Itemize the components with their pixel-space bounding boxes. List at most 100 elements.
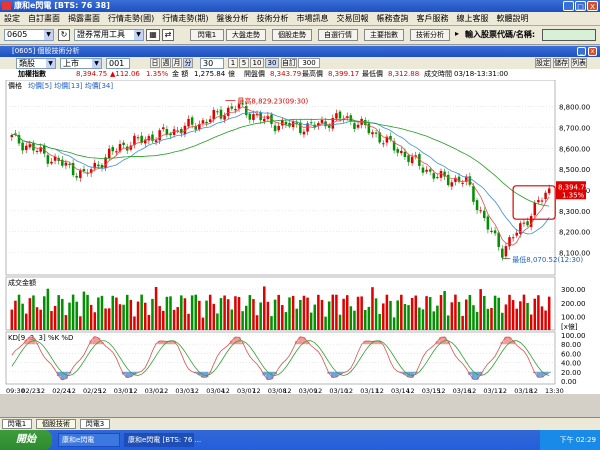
menu-help[interactable]: 軟體說明 <box>493 12 533 25</box>
market-select[interactable]: 上市 ▼ <box>60 58 102 69</box>
volume-bar <box>288 297 291 330</box>
interval-select[interactable]: 30 <box>200 58 224 69</box>
period-week-button[interactable]: 週 <box>161 58 171 68</box>
kd-tick-label: 100.00 <box>561 332 586 340</box>
volume-bar <box>302 295 306 330</box>
volume-bar <box>468 294 472 330</box>
chevron-down-icon[interactable]: ▼ <box>92 59 101 68</box>
chart-panel-frame <box>5 80 556 276</box>
custom-value-input[interactable]: 300 <box>298 58 320 68</box>
volume-bar <box>363 310 367 330</box>
volume-bar <box>522 294 526 330</box>
interval-1-button[interactable]: 1 <box>228 58 238 68</box>
candlestick <box>284 121 288 125</box>
custom-label[interactable]: 自訂 <box>281 58 297 68</box>
x-axis-label: 12 <box>406 387 414 394</box>
menu-custom-screen[interactable]: 自訂畫面 <box>24 12 64 25</box>
technical-analysis-button[interactable]: 技術分析 <box>410 29 450 41</box>
volume-bar <box>537 295 540 330</box>
candlestick <box>223 115 226 120</box>
volume-bar <box>93 312 97 330</box>
stock-code-select[interactable]: 0605 ▼ <box>4 29 54 41</box>
kd-oversold-fill <box>204 371 209 378</box>
period-minute-button[interactable]: 分 <box>183 58 193 68</box>
market-trend-button[interactable]: 大盤走勢 <box>226 29 266 41</box>
chevron-down-icon[interactable]: ▼ <box>134 30 143 40</box>
volume-bar <box>461 315 464 330</box>
list-button[interactable]: 列表 <box>571 58 587 68</box>
calculator-icon[interactable]: ▦ <box>146 29 160 41</box>
period-month-button[interactable]: 月 <box>172 58 182 68</box>
minimize-button[interactable]: _ <box>563 1 574 11</box>
technical-chart[interactable]: 8,800.008,700.008,600.008,500.008,400.00… <box>0 80 600 394</box>
volume-bar <box>111 295 115 330</box>
menu-account-query[interactable]: 帳務查詢 <box>373 12 413 25</box>
menu-customer-service[interactable]: 客戶服務 <box>413 12 453 25</box>
volume-bar <box>367 306 371 330</box>
swap-icon[interactable]: ⇄ <box>162 29 174 41</box>
tab-flash3[interactable]: 閃電3 <box>80 419 110 429</box>
interval-5-button[interactable]: 5 <box>239 58 249 68</box>
volume-bar <box>154 286 158 330</box>
quote-time-label: 成交時間 <box>424 70 452 78</box>
watchlist-button[interactable]: 自選行情 <box>318 29 358 41</box>
subwindow-minimize-button[interactable]: _ <box>577 47 586 56</box>
candlestick <box>309 122 313 124</box>
volume-bar <box>205 300 208 330</box>
menu-online-support[interactable]: 線上客服 <box>453 12 493 25</box>
candlestick <box>508 237 511 247</box>
candlestick <box>299 122 302 134</box>
volume-bar <box>425 296 428 330</box>
stock-code-input[interactable] <box>542 29 596 41</box>
x-axis-label: 12 <box>499 387 507 394</box>
candlestick <box>190 117 194 125</box>
index-code-select[interactable]: 001 <box>106 58 130 69</box>
subwindow-close-button[interactable]: x <box>588 47 597 56</box>
menu-quotes-futures[interactable]: 行情走勢(期) <box>158 12 212 25</box>
settings-button[interactable]: 設定 <box>535 58 551 68</box>
menu-quotes-domestic[interactable]: 行情走勢(國) <box>104 12 158 25</box>
category-select[interactable]: 類股 ▼ <box>16 58 56 69</box>
taskbar-item-window[interactable]: 康和e閃電 [BTS: 76 ... <box>124 433 201 447</box>
menu-settings[interactable]: 設定 <box>0 12 24 25</box>
maximize-button[interactable]: □ <box>575 1 586 11</box>
candlestick <box>154 140 158 143</box>
refresh-icon[interactable]: ↻ <box>58 29 70 41</box>
tab-flash1[interactable]: 閃電1 <box>2 419 32 429</box>
candlestick <box>320 119 324 123</box>
menu-trade-report[interactable]: 交易回報 <box>333 12 373 25</box>
chevron-down-icon[interactable]: ▼ <box>46 59 55 68</box>
candlestick <box>244 105 248 116</box>
candlestick <box>201 120 205 124</box>
start-button[interactable]: 開始 <box>0 430 52 450</box>
volume-bar <box>255 315 259 330</box>
tool-select[interactable]: 證券常用工具 ▼ <box>74 29 144 41</box>
price-legend: 價格 <box>8 81 22 90</box>
interval-30-button[interactable]: 30 <box>265 58 279 68</box>
flash1-button[interactable]: 閃電1 <box>190 29 224 41</box>
candlestick <box>475 200 479 211</box>
menu-after-hours[interactable]: 盤後分析 <box>213 12 253 25</box>
candlestick <box>446 174 450 186</box>
chart-canvas[interactable]: 8,800.008,700.008,600.008,500.008,400.00… <box>0 80 600 394</box>
chevron-down-icon[interactable]: ▼ <box>44 30 53 40</box>
arrow-right-icon[interactable]: ▸ <box>452 29 462 41</box>
menu-disclosure-screen[interactable]: 揭露畫面 <box>64 12 104 25</box>
volume-bar <box>57 295 60 330</box>
menu-technical-analysis[interactable]: 技術分析 <box>253 12 293 25</box>
menu-market-info[interactable]: 市場訊息 <box>293 12 333 25</box>
period-day-button[interactable]: 日 <box>150 58 160 68</box>
close-button[interactable]: X <box>587 1 598 11</box>
taskbar-item-app[interactable]: 康和e閃電 <box>58 433 120 447</box>
interval-10-button[interactable]: 10 <box>250 58 264 68</box>
ma-legend: 均價[5] 均價[13] 均價[34] <box>28 81 113 90</box>
major-index-button[interactable]: 主要指數 <box>364 29 404 41</box>
tab-stock-technical[interactable]: 個股技術 <box>36 419 76 429</box>
candlestick <box>212 110 216 120</box>
save-button[interactable]: 儲存 <box>553 58 569 68</box>
candlestick <box>93 162 97 169</box>
volume-tick-label: 200.00 <box>561 300 586 308</box>
candlestick <box>450 182 454 187</box>
volume-bar <box>508 294 511 330</box>
stock-trend-button[interactable]: 個股走勢 <box>272 29 312 41</box>
